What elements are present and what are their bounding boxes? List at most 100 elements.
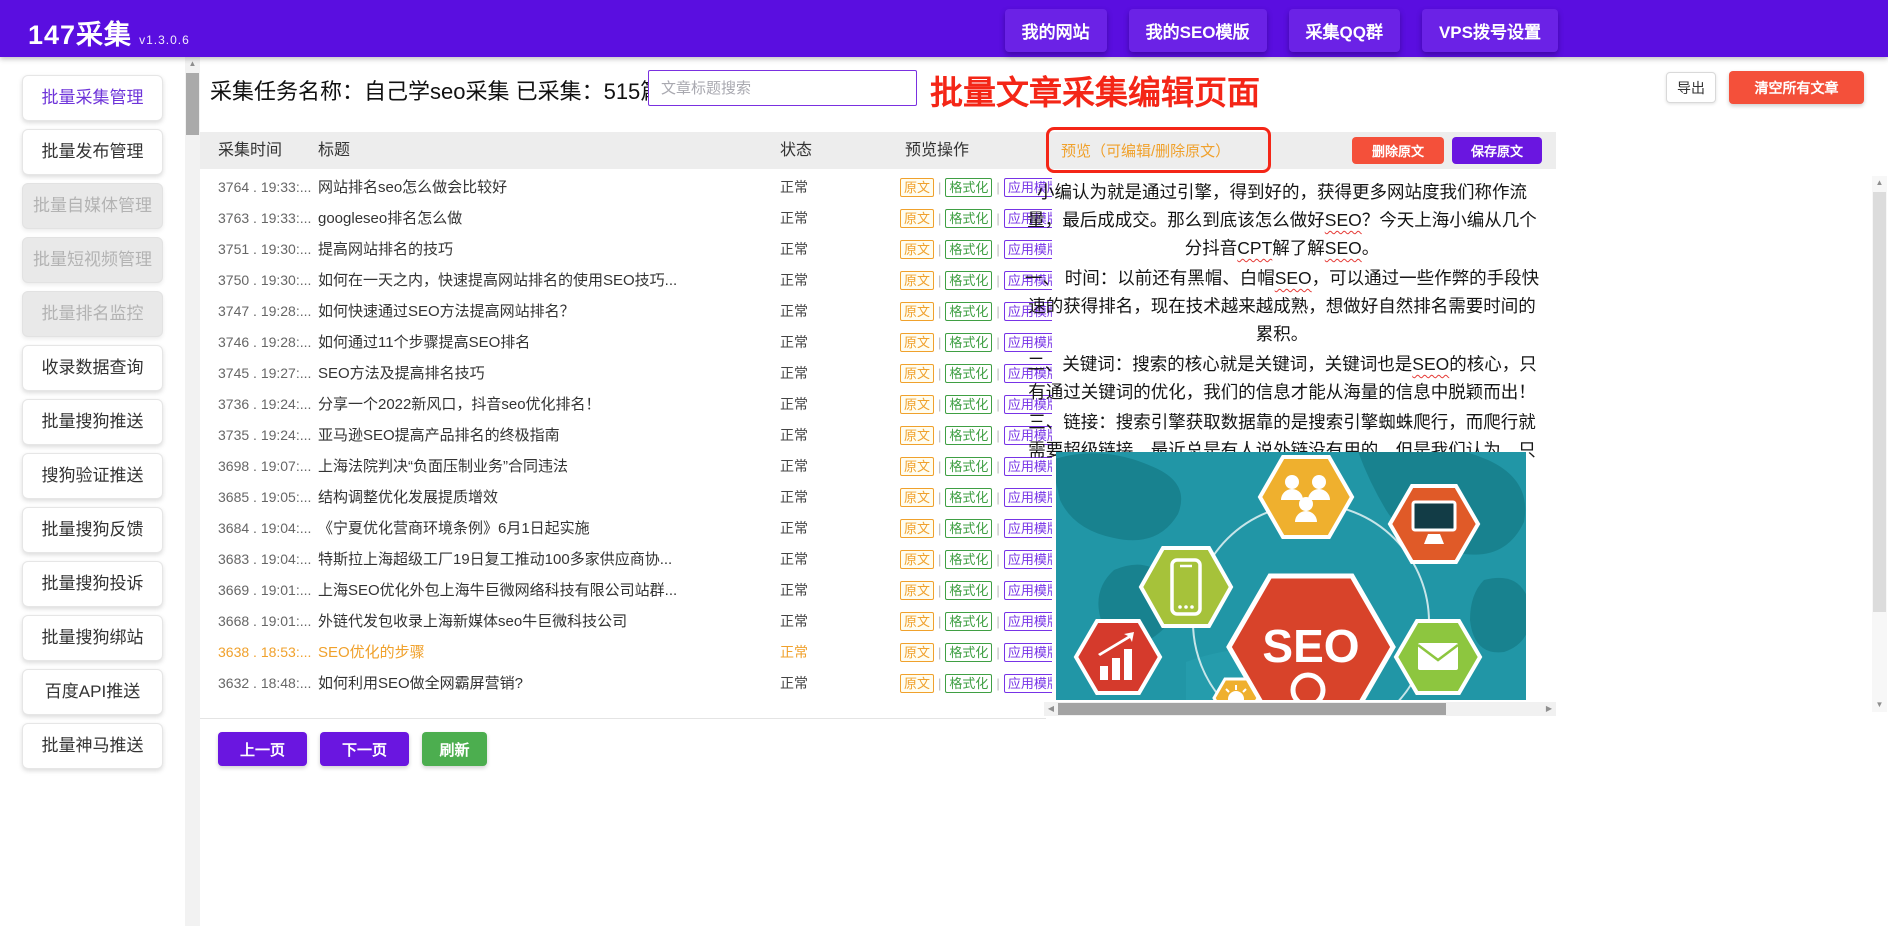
sidebar-item[interactable]: 百度API推送 [22,669,163,715]
row-title[interactable]: 提高网站排名的技巧 [318,234,770,265]
apply-template-button[interactable]: 应用模版 [1004,643,1052,662]
apply-template-button[interactable]: 应用模版 [1004,581,1052,600]
clear-all-articles-button[interactable]: 清空所有文章 [1729,71,1864,104]
original-button[interactable]: 原文 [900,581,934,600]
table-row[interactable]: 3745 . 19:27:...SEO方法及提高排名技巧正常原文|格式化|应用模… [200,358,1052,389]
next-page-button[interactable]: 下一页 [320,732,409,766]
table-row[interactable]: 3747 . 19:28:...如何快速通过SEO方法提高网站排名？正常原文|格… [200,296,1052,327]
row-title[interactable]: 亚马逊SEO提高产品排名的终极指南 [318,420,770,451]
sidebar-item[interactable]: 批量发布管理 [22,129,163,175]
save-original-button[interactable]: 保存原文 [1452,137,1542,164]
original-button[interactable]: 原文 [900,519,934,538]
scroll-right-icon[interactable]: ▶ [1542,702,1556,716]
table-row[interactable]: 3684 . 19:04:...《宁夏优化营商环境条例》6月1日起实施正常原文|… [200,513,1052,544]
table-row[interactable]: 3746 . 19:28:...如何通过11个步骤提高SEO排名正常原文|格式化… [200,327,1052,358]
row-title[interactable]: 上海法院判决“负面压制业务”合同违法 [318,451,770,482]
scroll-left-icon[interactable]: ◀ [1044,702,1058,716]
search-input[interactable] [648,70,917,106]
nav-item[interactable]: 我的SEO模版 [1129,9,1267,52]
apply-template-button[interactable]: 应用模版 [1004,519,1052,538]
table-row[interactable]: 3632 . 18:48:...如何利用SEO做全网霸屏营销?正常原文|格式化|… [200,668,1052,699]
table-row[interactable]: 3668 . 19:01:...外链代发包收录上海新媒体seo牛巨微科技公司正常… [200,606,1052,637]
original-button[interactable]: 原文 [900,488,934,507]
format-button[interactable]: 格式化 [945,209,992,228]
sidebar-item[interactable]: 批量神马推送 [22,723,163,769]
table-row[interactable]: 3735 . 19:24:...亚马逊SEO提高产品排名的终极指南正常原文|格式… [200,420,1052,451]
apply-template-button[interactable]: 应用模版 [1004,550,1052,569]
preview-editor[interactable]: 小编认为就是通过引擎，得到好的，获得更多网站度我们称作流量，最后成成交。那么到底… [1022,178,1542,494]
preview-vertical-scrollbar[interactable]: ▲ ▼ [1872,176,1887,712]
left-scrollbar-thumb[interactable] [186,73,199,135]
table-row[interactable]: 3764 . 19:33:...网站排名seo怎么做会比较好正常原文|格式化|应… [200,172,1052,203]
row-title[interactable]: 如何在一天之内，快速提高网站排名的使用SEO技巧... [318,265,770,296]
original-button[interactable]: 原文 [900,271,934,290]
sidebar-item[interactable]: 批量采集管理 [22,75,163,121]
nav-item[interactable]: 我的网站 [1005,9,1107,52]
format-button[interactable]: 格式化 [945,643,992,662]
sidebar-item[interactable]: 批量搜狗推送 [22,399,163,445]
table-row[interactable]: 3683 . 19:04:...特斯拉上海超级工厂19日复工推动100多家供应商… [200,544,1052,575]
original-button[interactable]: 原文 [900,426,934,445]
format-button[interactable]: 格式化 [945,581,992,600]
format-button[interactable]: 格式化 [945,674,992,693]
format-button[interactable]: 格式化 [945,426,992,445]
original-button[interactable]: 原文 [900,674,934,693]
apply-template-button[interactable]: 应用模版 [1004,612,1052,631]
original-button[interactable]: 原文 [900,550,934,569]
sidebar-item[interactable]: 批量搜狗投诉 [22,561,163,607]
row-title[interactable]: 特斯拉上海超级工厂19日复工推动100多家供应商协... [318,544,770,575]
refresh-button[interactable]: 刷新 [422,732,487,766]
row-title[interactable]: 外链代发包收录上海新媒体seo牛巨微科技公司 [318,606,770,637]
horizontal-scrollbar-thumb[interactable] [1058,703,1446,715]
original-button[interactable]: 原文 [900,612,934,631]
original-button[interactable]: 原文 [900,457,934,476]
table-row[interactable]: 3638 . 18:53:...SEO优化的步骤正常原文|格式化|应用模版 [200,637,1052,668]
format-button[interactable]: 格式化 [945,519,992,538]
table-row[interactable]: 3751 . 19:30:...提高网站排名的技巧正常原文|格式化|应用模版 [200,234,1052,265]
scroll-down-icon[interactable]: ▼ [1872,698,1887,712]
row-title[interactable]: 《宁夏优化营商环境条例》6月1日起实施 [318,513,770,544]
format-button[interactable]: 格式化 [945,395,992,414]
row-title[interactable]: googleseo排名怎么做 [318,203,770,234]
original-button[interactable]: 原文 [900,178,934,197]
left-scrollbar[interactable]: ▲ [185,57,200,926]
format-button[interactable]: 格式化 [945,488,992,507]
original-button[interactable]: 原文 [900,209,934,228]
row-title[interactable]: 结构调整优化发展提质增效 [318,482,770,513]
apply-template-button[interactable]: 应用模版 [1004,674,1052,693]
table-row[interactable]: 3669 . 19:01:...上海SEO优化外包上海牛巨微网络科技有限公司站群… [200,575,1052,606]
scroll-up-icon[interactable]: ▲ [1872,176,1887,190]
sidebar-item[interactable]: 搜狗验证推送 [22,453,163,499]
row-title[interactable]: SEO方法及提高排名技巧 [318,358,770,389]
format-button[interactable]: 格式化 [945,240,992,259]
vertical-scrollbar-thumb[interactable] [1873,192,1886,612]
table-row[interactable]: 3698 . 19:07:...上海法院判决“负面压制业务”合同违法正常原文|格… [200,451,1052,482]
sidebar-item[interactable]: 批量搜狗绑站 [22,615,163,661]
format-button[interactable]: 格式化 [945,364,992,383]
sidebar-item[interactable]: 收录数据查询 [22,345,163,391]
format-button[interactable]: 格式化 [945,333,992,352]
original-button[interactable]: 原文 [900,240,934,259]
scroll-up-icon[interactable]: ▲ [185,57,200,70]
table-row[interactable]: 3685 . 19:05:...结构调整优化发展提质增效正常原文|格式化|应用模… [200,482,1052,513]
format-button[interactable]: 格式化 [945,550,992,569]
row-title[interactable]: 如何利用SEO做全网霸屏营销? [318,668,770,699]
row-title[interactable]: 网站排名seo怎么做会比较好 [318,172,770,203]
original-button[interactable]: 原文 [900,364,934,383]
table-row[interactable]: 3736 . 19:24:...分享一个2022新风口，抖音seo优化排名！正常… [200,389,1052,420]
format-button[interactable]: 格式化 [945,302,992,321]
row-title[interactable]: 如何快速通过SEO方法提高网站排名？ [318,296,770,327]
format-button[interactable]: 格式化 [945,457,992,476]
delete-original-button[interactable]: 删除原文 [1352,137,1444,164]
original-button[interactable]: 原文 [900,333,934,352]
row-title[interactable]: 如何通过11个步骤提高SEO排名 [318,327,770,358]
sidebar-item[interactable]: 批量搜狗反馈 [22,507,163,553]
preview-horizontal-scrollbar[interactable]: ◀ ▶ [1044,702,1556,716]
row-title[interactable]: 上海SEO优化外包上海牛巨微网络科技有限公司站群... [318,575,770,606]
row-title[interactable]: 分享一个2022新风口，抖音seo优化排名！ [318,389,770,420]
table-row[interactable]: 3750 . 19:30:...如何在一天之内，快速提高网站排名的使用SEO技巧… [200,265,1052,296]
format-button[interactable]: 格式化 [945,271,992,290]
original-button[interactable]: 原文 [900,643,934,662]
nav-item[interactable]: VPS拨号设置 [1422,9,1558,52]
format-button[interactable]: 格式化 [945,612,992,631]
